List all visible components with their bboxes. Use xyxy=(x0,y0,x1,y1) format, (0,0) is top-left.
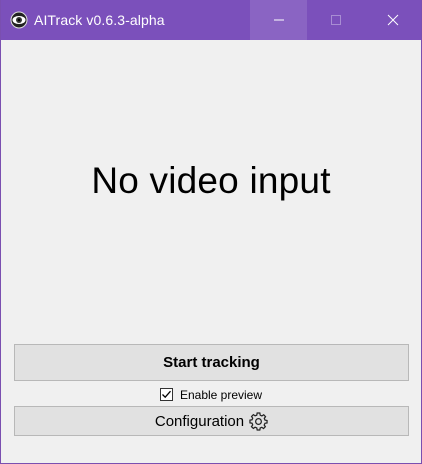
close-button[interactable] xyxy=(364,0,421,40)
minimize-icon xyxy=(273,19,284,21)
window-title: AITrack v0.6.3-alpha xyxy=(34,12,165,28)
window-controls xyxy=(250,0,421,40)
configuration-button[interactable]: Configuration xyxy=(14,406,409,436)
checkmark-icon xyxy=(162,390,171,399)
start-tracking-button[interactable]: Start tracking xyxy=(14,344,409,381)
maximize-button[interactable] xyxy=(307,0,364,40)
start-tracking-label: Start tracking xyxy=(163,354,260,371)
minimize-button[interactable] xyxy=(250,0,307,40)
gear-icon xyxy=(249,411,268,431)
video-status-text: No video input xyxy=(91,160,331,201)
title-bar[interactable]: AITrack v0.6.3-alpha xyxy=(1,0,421,40)
enable-preview-toggle[interactable]: Enable preview xyxy=(1,386,421,403)
app-window: AITrack v0.6.3-alpha No video input Star… xyxy=(0,0,422,464)
enable-preview-label: Enable preview xyxy=(179,387,263,402)
configuration-label: Configuration xyxy=(154,412,245,430)
maximize-icon xyxy=(330,15,341,25)
enable-preview-checkbox[interactable] xyxy=(159,388,173,401)
eye-icon xyxy=(10,11,28,29)
close-icon xyxy=(387,14,398,26)
video-preview-area: No video input xyxy=(1,40,421,340)
